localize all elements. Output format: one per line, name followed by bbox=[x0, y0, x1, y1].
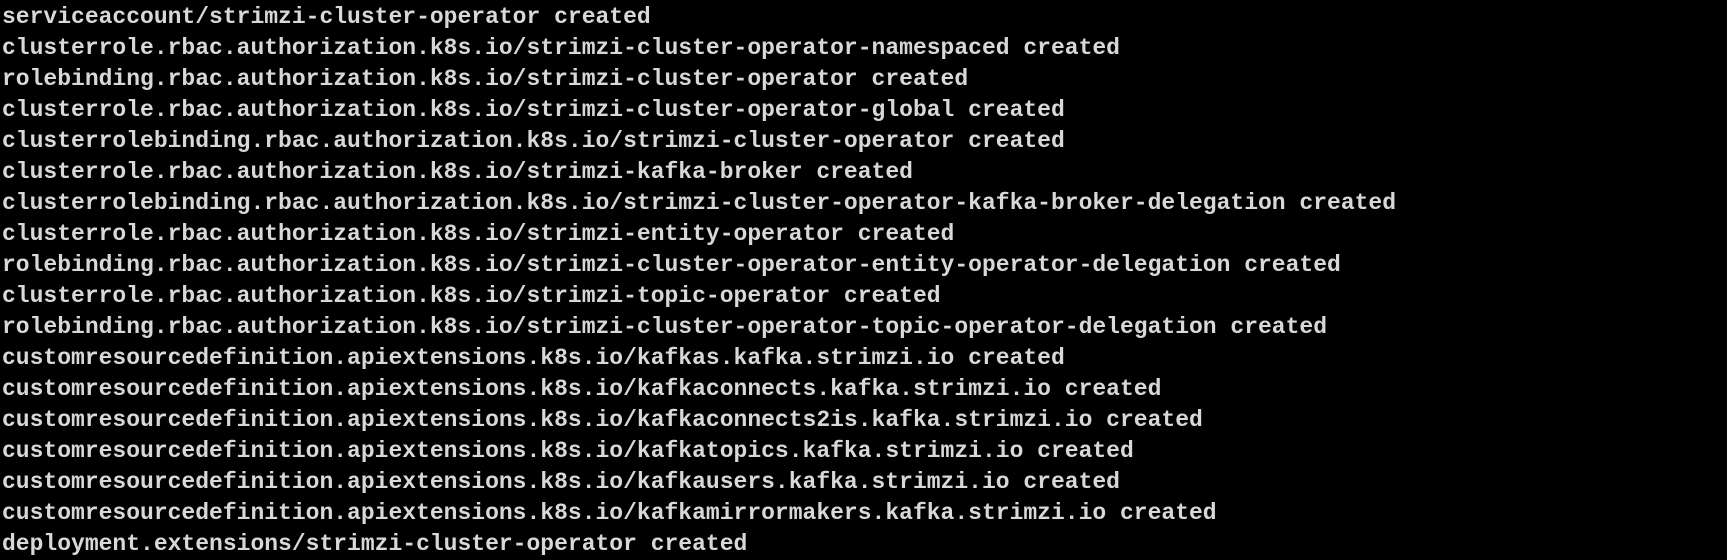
terminal-line: clusterrole.rbac.authorization.k8s.io/st… bbox=[2, 221, 955, 247]
terminal-line: clusterrole.rbac.authorization.k8s.io/st… bbox=[2, 159, 913, 185]
terminal-line: clusterrole.rbac.authorization.k8s.io/st… bbox=[2, 283, 941, 309]
terminal-line: clusterrole.rbac.authorization.k8s.io/st… bbox=[2, 97, 1065, 123]
terminal-line: clusterrolebinding.rbac.authorization.k8… bbox=[2, 190, 1397, 216]
terminal-line: customresourcedefinition.apiextensions.k… bbox=[2, 469, 1120, 495]
terminal-line: customresourcedefinition.apiextensions.k… bbox=[2, 500, 1217, 526]
terminal-line: deployment.extensions/strimzi-cluster-op… bbox=[2, 531, 748, 557]
terminal-line: customresourcedefinition.apiextensions.k… bbox=[2, 376, 1162, 402]
terminal-line: rolebinding.rbac.authorization.k8s.io/st… bbox=[2, 66, 969, 92]
terminal-line: rolebinding.rbac.authorization.k8s.io/st… bbox=[2, 314, 1328, 340]
terminal-line: customresourcedefinition.apiextensions.k… bbox=[2, 438, 1134, 464]
terminal-line: customresourcedefinition.apiextensions.k… bbox=[2, 407, 1203, 433]
terminal-line: rolebinding.rbac.authorization.k8s.io/st… bbox=[2, 252, 1341, 278]
terminal-line: serviceaccount/strimzi-cluster-operator … bbox=[2, 4, 651, 30]
terminal-output[interactable]: serviceaccount/strimzi-cluster-operator … bbox=[0, 0, 1727, 557]
terminal-line: customresourcedefinition.apiextensions.k… bbox=[2, 345, 1065, 371]
terminal-line: clusterrole.rbac.authorization.k8s.io/st… bbox=[2, 35, 1120, 61]
terminal-line: clusterrolebinding.rbac.authorization.k8… bbox=[2, 128, 1065, 154]
